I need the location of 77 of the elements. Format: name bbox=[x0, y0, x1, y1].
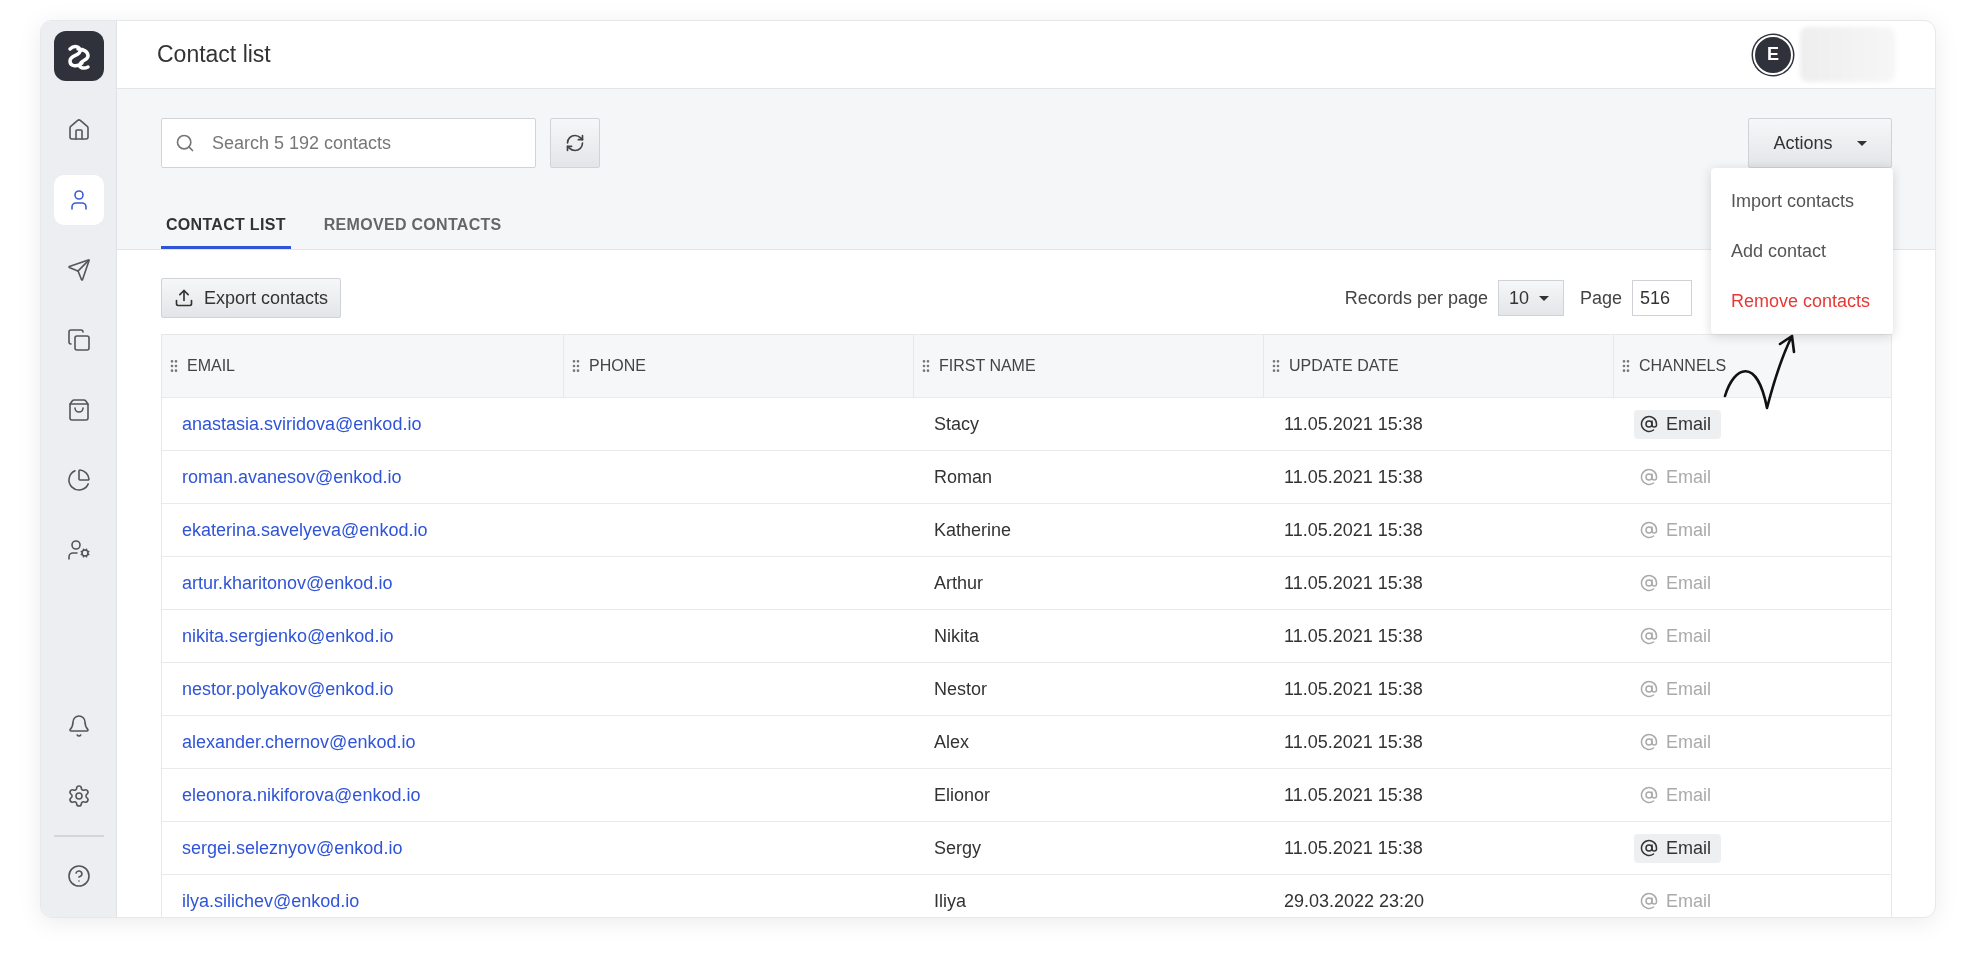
at-sign-icon bbox=[1640, 839, 1658, 857]
upload-icon bbox=[174, 288, 194, 308]
channel-tag: Email bbox=[1634, 462, 1721, 492]
email-link[interactable]: ilya.silichev@enkod.io bbox=[182, 890, 360, 912]
channel-tag: Email bbox=[1634, 409, 1721, 439]
channel-tag: Email bbox=[1634, 568, 1721, 598]
channel-tag: Email bbox=[1634, 833, 1721, 863]
email-link[interactable]: alexander.chernov@enkod.io bbox=[182, 731, 416, 753]
table-cell: 11.05.2021 15:38 bbox=[1284, 413, 1423, 435]
menu-item[interactable]: Import contacts bbox=[1711, 176, 1893, 226]
table-cell: 11.05.2021 15:38 bbox=[1284, 784, 1423, 806]
table-cell: 11.05.2021 15:38 bbox=[1284, 625, 1423, 647]
table-cell: Alex bbox=[934, 731, 969, 753]
at-sign-icon bbox=[1640, 680, 1658, 698]
table-cell: 11.05.2021 15:38 bbox=[1284, 731, 1423, 753]
table-cell: 11.05.2021 15:38 bbox=[1284, 572, 1423, 594]
at-sign-icon bbox=[1640, 415, 1658, 433]
email-link[interactable]: roman.avanesov@enkod.io bbox=[182, 466, 402, 488]
table-cell: 11.05.2021 15:38 bbox=[1284, 837, 1423, 859]
caret-icon bbox=[1539, 295, 1549, 301]
at-sign-icon bbox=[1640, 521, 1658, 539]
page-label: Page bbox=[1579, 287, 1622, 309]
logo-icon[interactable] bbox=[53, 31, 104, 81]
email-link[interactable]: eleonora.nikiforova@enkod.io bbox=[182, 784, 421, 806]
email-link[interactable]: sergei.seleznyov@enkod.io bbox=[182, 837, 403, 859]
column-header: CHANNELS bbox=[1639, 357, 1727, 375]
table-cell: Elionor bbox=[934, 784, 991, 806]
at-sign-icon bbox=[1640, 468, 1658, 486]
table-cell: Roman bbox=[934, 466, 993, 488]
at-sign-icon bbox=[1640, 733, 1658, 751]
table-cell: Arthur bbox=[934, 572, 984, 594]
table-cell: Nikita bbox=[934, 625, 979, 647]
page-title: Contact list bbox=[157, 41, 272, 68]
email-link[interactable]: nestor.polyakov@enkod.io bbox=[182, 678, 394, 700]
email-link[interactable]: nikita.sergienko@enkod.io bbox=[182, 625, 394, 647]
column-header: FIRST NAME bbox=[939, 357, 1036, 375]
refresh-button[interactable] bbox=[550, 118, 600, 168]
search-icon bbox=[175, 133, 195, 153]
user-avatar[interactable]: E bbox=[1753, 34, 1793, 75]
column-header: PHONE bbox=[589, 357, 646, 375]
channel-tag: Email bbox=[1634, 780, 1721, 810]
column-header: UPDATE DATE bbox=[1289, 357, 1399, 375]
actions-button[interactable]: Actions bbox=[1748, 118, 1892, 168]
page-input[interactable]: 516 bbox=[1632, 280, 1692, 316]
channel-tag: Email bbox=[1634, 621, 1721, 651]
at-sign-icon bbox=[1640, 574, 1658, 592]
records-label: Records per page bbox=[1344, 287, 1488, 309]
menu-item[interactable]: Add contact bbox=[1711, 226, 1893, 276]
table-cell: Sergy bbox=[934, 837, 982, 859]
channel-tag: Email bbox=[1634, 886, 1721, 916]
table-cell: Nestor bbox=[934, 678, 987, 700]
refresh-icon bbox=[565, 133, 585, 153]
at-sign-icon bbox=[1640, 786, 1658, 804]
at-sign-icon bbox=[1640, 627, 1658, 645]
table-cell: 11.05.2021 15:38 bbox=[1284, 466, 1423, 488]
at-sign-icon bbox=[1640, 892, 1658, 910]
table-cell: Iliya bbox=[934, 890, 966, 912]
email-link[interactable]: artur.kharitonov@enkod.io bbox=[182, 572, 393, 594]
search-field[interactable]: Search 5 192 contacts bbox=[161, 118, 536, 168]
menu-item[interactable]: Remove contacts bbox=[1711, 276, 1893, 326]
caret-icon bbox=[1856, 140, 1867, 146]
channel-tag: Email bbox=[1634, 515, 1721, 545]
column-header: EMAIL bbox=[187, 357, 235, 375]
channel-tag: Email bbox=[1634, 727, 1721, 757]
table-cell: 11.05.2021 15:38 bbox=[1284, 678, 1423, 700]
table-cell: Katherine bbox=[934, 519, 1012, 541]
tab[interactable]: REMOVED CONTACTS bbox=[318, 210, 507, 249]
channel-tag: Email bbox=[1634, 674, 1721, 704]
tab[interactable]: CONTACT LIST bbox=[161, 210, 291, 249]
nav-user-icon[interactable] bbox=[53, 175, 104, 225]
records-select[interactable]: 10 bbox=[1497, 280, 1564, 316]
table-cell: 11.05.2021 15:38 bbox=[1284, 519, 1423, 541]
table-cell: 29.03.2022 23:20 bbox=[1284, 890, 1425, 912]
export-button[interactable]: Export contacts bbox=[161, 278, 342, 318]
table-cell: Stacy bbox=[934, 413, 980, 435]
email-link[interactable]: anastasia.sviridova@enkod.io bbox=[182, 413, 422, 435]
email-link[interactable]: ekaterina.savelyeva@enkod.io bbox=[182, 519, 428, 541]
